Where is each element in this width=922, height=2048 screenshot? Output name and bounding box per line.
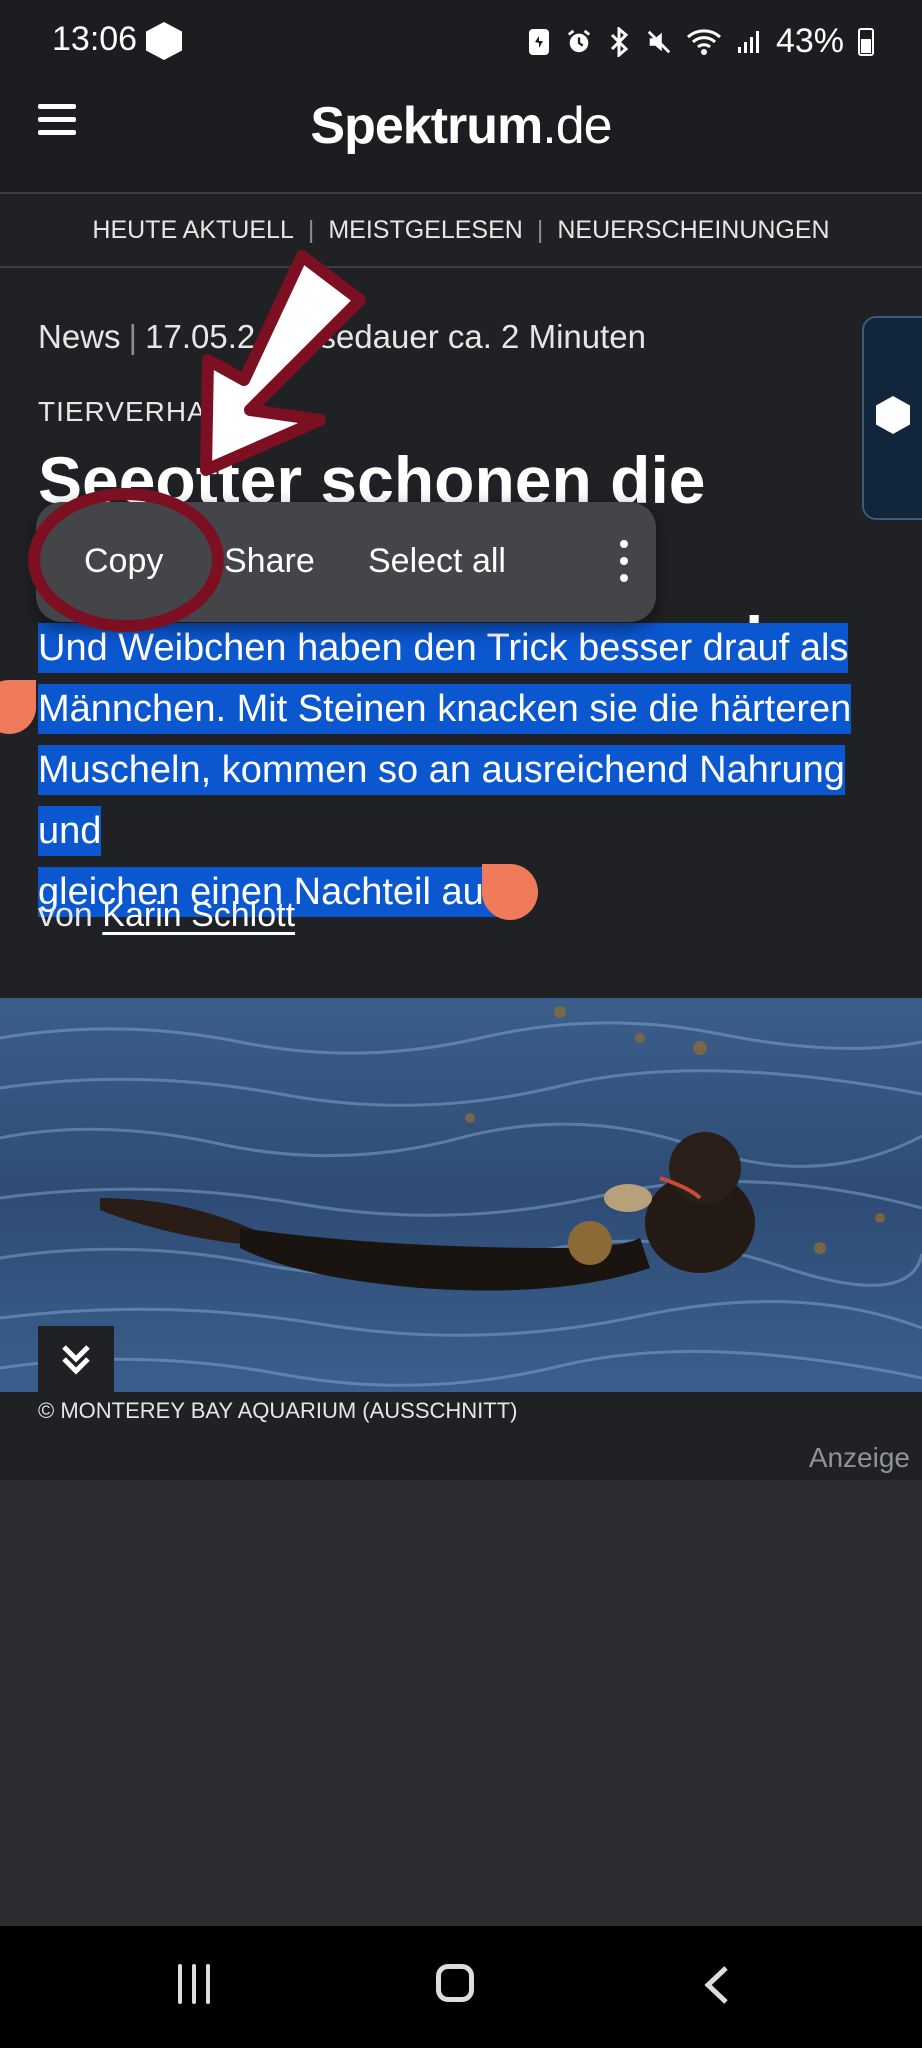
image-caption: © MONTEREY BAY AQUARIUM (AUSSCHNITT)	[38, 1398, 518, 1423]
article-type: News	[38, 318, 121, 355]
article-date: 17.05.2	[145, 318, 256, 355]
selection-handle-end[interactable]	[482, 864, 538, 920]
ad-label: Anzeige	[808, 1442, 910, 1473]
lede-line: Männchen. Mit Steinen knacken sie die hä…	[38, 684, 852, 734]
read-time: Lesedauer ca. 2 Minuten	[282, 318, 646, 355]
battery-icon	[858, 27, 874, 56]
meta-separator: |	[128, 318, 138, 355]
mute-icon	[646, 27, 672, 57]
home-icon[interactable]	[436, 1964, 474, 2002]
nav-meistgelesen[interactable]: MEISTGELESEN	[328, 216, 523, 245]
share-hex-icon	[876, 396, 910, 434]
ad-placeholder	[0, 1480, 922, 1926]
text-selection-menu: Copy Share Select all	[36, 502, 656, 622]
back-icon[interactable]	[698, 1960, 738, 2010]
expand-caption-button[interactable]	[38, 1326, 114, 1392]
article-byline: von Karin Schlott	[38, 896, 295, 935]
status-bar: 13:06 43%	[0, 0, 922, 84]
article-kicker: TIERVERHALT	[38, 396, 240, 427]
double-chevron-down-icon	[62, 1345, 90, 1375]
recents-icon[interactable]	[178, 1964, 218, 2008]
author-link[interactable]: Karin Schlott	[102, 896, 295, 934]
select-all-button[interactable]: Select all	[368, 542, 506, 581]
bluetooth-icon	[606, 26, 632, 57]
annotation-arrow	[200, 250, 366, 476]
article-image-sea-otter	[0, 998, 922, 1392]
signal-icon	[736, 27, 762, 57]
site-logo[interactable]: Spektrum.de	[0, 96, 922, 156]
logo-tld: .de	[542, 97, 612, 155]
byline-prefix: von	[38, 896, 93, 934]
sim-icon	[526, 27, 552, 57]
copy-button[interactable]: Copy	[84, 542, 163, 581]
share-button[interactable]: Share	[224, 542, 315, 581]
more-vertical-icon[interactable]	[620, 540, 630, 584]
status-time: 13:06	[52, 20, 138, 58]
battery-percent: 43%	[775, 22, 844, 60]
selection-handle-start[interactable]	[0, 680, 36, 734]
lede-line: Und Weibchen haben den Trick besser drau…	[38, 623, 849, 673]
article-meta: News | 17.05.2 Lesedauer ca. 2 Minuten	[38, 318, 646, 356]
lede-line: Muscheln, kommen so an ausreichend Nahru…	[38, 745, 845, 856]
article-lede[interactable]: Und Weibchen haben den Trick besser drau…	[38, 618, 898, 923]
system-navigation-bar	[0, 1926, 922, 2048]
nav-separator: |	[307, 215, 315, 244]
status-icons: 43%	[526, 22, 874, 61]
top-navigation: HEUTE AKTUELL | MEISTGELESEN | NEUERSCHE…	[0, 194, 922, 268]
logo-main: Spektrum	[310, 97, 543, 155]
wifi-icon	[686, 27, 722, 57]
nav-separator: |	[536, 215, 544, 244]
app-shield-icon	[146, 22, 182, 60]
nav-heute-aktuell[interactable]: HEUTE AKTUELL	[92, 216, 293, 245]
nav-neuerscheinungen[interactable]: NEUERSCHEINUNGEN	[557, 216, 829, 245]
app-bar: Spektrum.de	[0, 84, 922, 194]
side-share-widget[interactable]	[862, 316, 922, 520]
alarm-icon	[566, 27, 592, 57]
